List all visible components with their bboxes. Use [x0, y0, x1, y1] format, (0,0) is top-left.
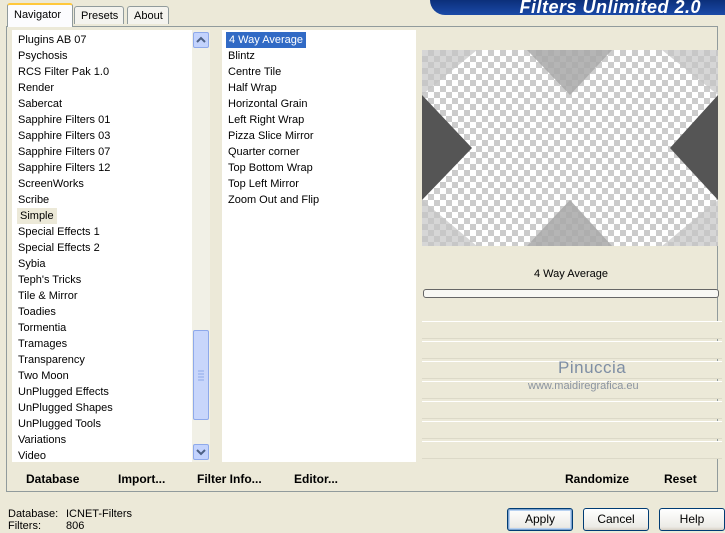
- category-item[interactable]: Sapphire Filters 03: [18, 128, 110, 144]
- category-item[interactable]: UnPlugged Effects: [18, 384, 109, 400]
- category-item[interactable]: Special Effects 2: [18, 240, 100, 256]
- filter-item[interactable]: Top Bottom Wrap: [228, 160, 313, 176]
- filter-info-button[interactable]: Filter Info...: [197, 472, 262, 486]
- category-item[interactable]: Psychosis: [18, 48, 68, 64]
- parameter-row: [422, 441, 722, 459]
- filter-item[interactable]: Top Left Mirror: [228, 176, 299, 192]
- category-scrollbar[interactable]: [192, 30, 210, 462]
- editor-button[interactable]: Editor...: [294, 472, 338, 486]
- chevron-down-icon: [196, 449, 206, 456]
- category-list[interactable]: Plugins AB 07 Psychosis RCS Filter Pak 1.0…: [12, 30, 210, 462]
- scroll-up-button[interactable]: [193, 32, 209, 48]
- category-item[interactable]: Variations: [18, 432, 66, 448]
- category-item[interactable]: Sapphire Filters 01: [18, 112, 110, 128]
- filter-item[interactable]: Pizza Slice Mirror: [228, 128, 314, 144]
- tab-label: About: [134, 10, 163, 22]
- import-button[interactable]: Import...: [118, 472, 165, 486]
- progress-bar: [423, 289, 719, 298]
- category-item[interactable]: Special Effects 1: [18, 224, 100, 240]
- watermark-name: Pinuccia: [558, 358, 627, 377]
- tab-label: Navigator: [14, 9, 62, 21]
- chevron-up-icon: [196, 36, 206, 43]
- category-item[interactable]: UnPlugged Tools: [18, 416, 101, 432]
- help-button[interactable]: Help: [659, 508, 725, 531]
- category-item[interactable]: Tormentia: [18, 320, 66, 336]
- title-bar: Filters Unlimited 2.0: [430, 0, 725, 17]
- database-value: ICNET-Filters: [66, 508, 132, 520]
- category-item[interactable]: RCS Filter Pak 1.0: [18, 64, 109, 80]
- selected-filter-name: 4 Way Average: [534, 268, 608, 280]
- filters-value: 806: [66, 520, 85, 532]
- database-label: Database:: [8, 508, 59, 520]
- tab-navigator[interactable]: Navigator: [7, 3, 73, 27]
- filter-item[interactable]: Zoom Out and Flip: [228, 192, 319, 208]
- category-item[interactable]: Transparency: [18, 352, 85, 368]
- category-item[interactable]: Teph's Tricks: [18, 272, 81, 288]
- preview-image: [422, 50, 718, 246]
- category-item[interactable]: Scribe: [18, 192, 49, 208]
- filter-item[interactable]: Centre Tile: [228, 64, 281, 80]
- parameter-row: [422, 341, 722, 359]
- apply-button[interactable]: Apply: [507, 508, 573, 531]
- filter-item[interactable]: Quarter corner: [228, 144, 300, 160]
- category-item[interactable]: Sybia: [18, 256, 46, 272]
- filter-item[interactable]: Blintz: [228, 48, 255, 64]
- filters-label: Filters:: [8, 520, 41, 532]
- filter-list[interactable]: 4 Way Average Blintz Centre Tile Half Wrap H…: [222, 30, 416, 462]
- category-item[interactable]: Video: [18, 448, 46, 464]
- category-item[interactable]: Render: [18, 80, 54, 96]
- parameter-row: [422, 401, 722, 419]
- parameter-row: [422, 321, 722, 339]
- cancel-button[interactable]: Cancel: [583, 508, 649, 531]
- category-item[interactable]: Sapphire Filters 12: [18, 160, 110, 176]
- scroll-down-button[interactable]: [193, 444, 209, 460]
- tab-label: Presets: [81, 10, 119, 22]
- tab-presets[interactable]: Presets: [74, 6, 124, 24]
- category-item[interactable]: Sapphire Filters 07: [18, 144, 110, 160]
- randomize-button[interactable]: Randomize: [565, 472, 629, 486]
- filter-item[interactable]: 4 Way Average: [226, 32, 306, 48]
- preview-pattern: [422, 50, 718, 246]
- category-item[interactable]: Plugins AB 07: [18, 32, 87, 48]
- category-item[interactable]: Simple: [17, 208, 57, 224]
- category-item[interactable]: Tile & Mirror: [18, 288, 77, 304]
- category-item[interactable]: Sabercat: [18, 96, 62, 112]
- scroll-thumb[interactable]: [193, 330, 209, 420]
- category-item[interactable]: UnPlugged Shapes: [18, 400, 113, 416]
- category-item[interactable]: Tramages: [18, 336, 67, 352]
- tab-about[interactable]: About: [127, 6, 169, 24]
- category-item[interactable]: Two Moon: [18, 368, 69, 384]
- reset-button[interactable]: Reset: [664, 472, 697, 486]
- grip-icon: [198, 370, 204, 381]
- category-item[interactable]: ScreenWorks: [18, 176, 84, 192]
- database-button[interactable]: Database: [26, 472, 79, 486]
- filter-item[interactable]: Horizontal Grain: [228, 96, 307, 112]
- app-title: Filters Unlimited 2.0: [519, 0, 701, 17]
- parameter-row: [422, 421, 722, 439]
- filter-item[interactable]: Half Wrap: [228, 80, 277, 96]
- filter-item[interactable]: Left Right Wrap: [228, 112, 304, 128]
- watermark-url: www.maidiregrafica.eu: [528, 380, 639, 392]
- category-item[interactable]: Toadies: [18, 304, 56, 320]
